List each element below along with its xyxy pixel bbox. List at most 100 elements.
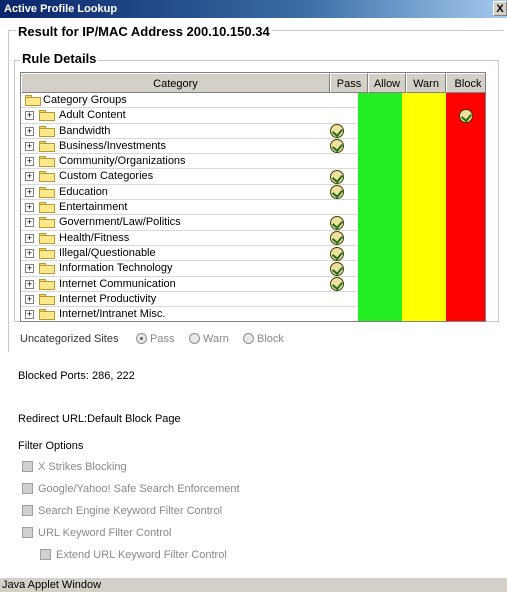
- uncategorized-sites-label: Uncategorized Sites: [20, 333, 119, 345]
- pass-check-icon[interactable]: [330, 277, 344, 292]
- pass-check-icon[interactable]: [330, 215, 344, 230]
- folder-icon: [25, 95, 41, 106]
- pass-check-icon[interactable]: [330, 124, 344, 139]
- radio-block[interactable]: Block: [243, 333, 284, 345]
- category-row[interactable]: + Entertainment: [21, 200, 358, 216]
- folder-icon: [39, 171, 55, 183]
- category-grid: Category Pass Allow Warn Block Category …: [20, 72, 486, 322]
- category-row[interactable]: + Business/Investments: [21, 139, 358, 155]
- expand-icon[interactable]: +: [25, 279, 34, 289]
- category-label: Education: [59, 185, 108, 198]
- category-label: Bandwidth: [59, 124, 111, 137]
- expand-icon[interactable]: +: [25, 310, 34, 320]
- category-row[interactable]: + Community/Organizations: [21, 154, 358, 170]
- url-keyword-checkbox[interactable]: URL Keyword Filter Control: [22, 527, 171, 539]
- expand-icon[interactable]: +: [25, 126, 34, 136]
- folder-icon: [39, 202, 55, 214]
- checkbox-icon: [22, 483, 33, 494]
- expand-icon[interactable]: +: [25, 187, 34, 197]
- radio-pass[interactable]: Pass: [136, 333, 174, 345]
- category-row[interactable]: + Custom Categories: [21, 169, 358, 185]
- window-title: Active Profile Lookup: [4, 3, 118, 15]
- block-check-icon[interactable]: [459, 108, 473, 123]
- search-engine-keyword-checkbox[interactable]: Search Engine Keyword Filter Control: [22, 505, 222, 517]
- category-row[interactable]: + Bandwidth: [21, 124, 358, 139]
- category-label: Information Technology: [59, 262, 173, 275]
- expand-icon[interactable]: +: [25, 264, 34, 274]
- checkbox-label: Search Engine Keyword Filter Control: [38, 505, 223, 517]
- folder-icon: [39, 156, 55, 168]
- expand-icon[interactable]: +: [25, 248, 34, 258]
- warn-column[interactable]: [402, 93, 446, 321]
- expand-icon[interactable]: +: [25, 157, 34, 167]
- category-row[interactable]: + Internet Communication: [21, 277, 358, 292]
- result-title: Result for IP/MAC Address 200.10.150.34: [16, 24, 272, 39]
- radio-icon: [189, 333, 200, 344]
- radio-selected-icon: [136, 333, 147, 344]
- category-label: Internet/Intranet Misc.: [59, 308, 166, 321]
- category-label: Health/Fitness: [59, 231, 130, 244]
- header-category[interactable]: Category: [21, 73, 330, 93]
- category-label: Internet Productivity: [59, 292, 157, 305]
- category-label: Community/Organizations: [59, 155, 186, 168]
- folder-icon: [39, 232, 55, 244]
- category-label: Entertainment: [59, 201, 128, 214]
- header-allow[interactable]: Allow: [368, 73, 406, 93]
- extend-url-keyword-checkbox[interactable]: Extend URL Keyword Filter Control: [40, 549, 227, 561]
- close-button[interactable]: X: [493, 1, 507, 16]
- category-row[interactable]: + Illegal/Questionable: [21, 246, 358, 262]
- safe-search-checkbox[interactable]: Google/Yahoo! Safe Search Enforcement: [22, 483, 240, 495]
- expand-icon[interactable]: +: [25, 172, 34, 182]
- category-row[interactable]: + Education: [21, 185, 358, 201]
- category-label: Custom Categories: [59, 170, 154, 183]
- category-row[interactable]: + Adult Content: [21, 108, 358, 124]
- radio-warn[interactable]: Warn: [189, 333, 229, 345]
- checkbox-icon: [40, 549, 51, 560]
- folder-icon: [39, 278, 55, 290]
- category-groups-row[interactable]: Category Groups: [21, 93, 358, 109]
- redirect-url: Redirect URL:Default Block Page: [18, 413, 181, 425]
- category-groups-label: Category Groups: [43, 94, 127, 106]
- status-bar: Java Applet Window: [0, 577, 507, 592]
- category-label: Adult Content: [59, 109, 126, 122]
- rule-details-title: Rule Details: [20, 51, 99, 66]
- pass-check-icon[interactable]: [330, 246, 344, 261]
- pass-check-icon[interactable]: [330, 261, 344, 276]
- expand-icon[interactable]: +: [25, 233, 34, 243]
- expand-icon[interactable]: +: [25, 294, 34, 304]
- folder-icon: [39, 186, 55, 198]
- checkbox-icon: [22, 505, 33, 516]
- expand-icon[interactable]: +: [25, 203, 34, 213]
- folder-icon: [39, 110, 55, 122]
- radio-pass-label: Pass: [150, 333, 175, 345]
- category-rows: Category Groups + Adult Content + Bandwidth…: [21, 93, 358, 321]
- category-row[interactable]: + Health/Fitness: [21, 231, 358, 246]
- x-strikes-checkbox[interactable]: X Strikes Blocking: [22, 461, 127, 473]
- category-label: Business/Investments: [59, 139, 166, 152]
- folder-icon: [39, 293, 55, 305]
- pass-check-icon[interactable]: [330, 170, 344, 184]
- category-label: Government/Law/Politics: [59, 216, 181, 229]
- header-pass[interactable]: Pass: [330, 73, 368, 93]
- checkbox-label: URL Keyword Filter Control: [38, 527, 172, 539]
- block-column[interactable]: [446, 93, 485, 321]
- allow-column[interactable]: [358, 93, 402, 321]
- blocked-ports: Blocked Ports: 286, 222: [18, 370, 135, 382]
- header-warn[interactable]: Warn: [406, 73, 446, 93]
- expand-icon[interactable]: +: [25, 111, 34, 121]
- category-row[interactable]: + Internet Productivity: [21, 292, 358, 308]
- category-row[interactable]: + Internet/Intranet Misc.: [21, 307, 358, 321]
- header-block[interactable]: Block: [446, 73, 485, 93]
- category-label: Internet Communication: [59, 277, 176, 290]
- expand-icon[interactable]: +: [25, 218, 34, 228]
- folder-icon: [39, 140, 55, 152]
- folder-icon: [39, 125, 55, 137]
- expand-icon[interactable]: +: [25, 141, 34, 151]
- category-row[interactable]: + Information Technology: [21, 261, 358, 277]
- category-row[interactable]: + Government/Law/Politics: [21, 215, 358, 231]
- folder-icon: [39, 247, 55, 259]
- radio-block-label: Block: [257, 333, 284, 345]
- category-label: Illegal/Questionable: [59, 246, 156, 259]
- filter-options-title: Filter Options: [18, 440, 84, 452]
- folder-icon: [39, 217, 55, 229]
